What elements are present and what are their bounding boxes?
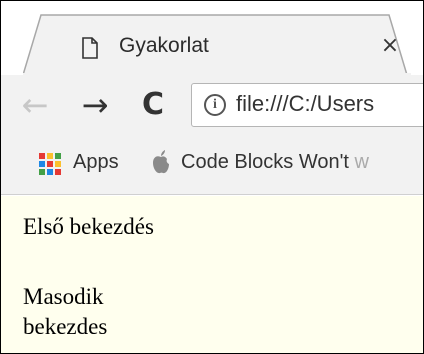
paragraph-first: Első bekezdés [23, 214, 154, 239]
apps-grid-icon[interactable] [39, 153, 61, 175]
apps-dot [47, 153, 53, 159]
apps-dot [39, 161, 45, 167]
apps-dot [55, 153, 61, 159]
tab-strip: Gyakorlat × [1, 1, 423, 77]
paragraph-second: Masodik bekezdes [23, 284, 108, 339]
apple-icon [153, 150, 169, 174]
url-text[interactable]: file:///C:/Users [236, 91, 374, 117]
bookmarks-bar: Apps Code Blocks Won't w [1, 135, 423, 195]
close-icon[interactable]: × [377, 33, 403, 59]
page-icon [82, 37, 98, 59]
apps-dot [39, 153, 45, 159]
tab-gyakorlat[interactable]: Gyakorlat × [23, 13, 411, 77]
forward-icon[interactable]: → [77, 85, 113, 125]
bookmark-label-text: Code Blocks Won't [181, 151, 349, 173]
apps-link[interactable]: Apps [73, 151, 119, 174]
bookmark-code-blocks[interactable]: Code Blocks Won't w [181, 151, 423, 174]
reload-icon[interactable]: C [135, 85, 171, 125]
back-icon[interactable]: ← [17, 85, 53, 125]
address-bar[interactable]: i file:///C:/Users [191, 83, 423, 127]
browser-window: Gyakorlat × ← → C i file:///C:/Users App… [0, 0, 424, 354]
bookmark-label-fade: w [348, 151, 369, 173]
page-content: Első bekezdés Masodik bekezdes [1, 196, 423, 353]
apps-dot [47, 169, 53, 175]
apps-dot [39, 169, 45, 175]
apps-dot [55, 169, 61, 175]
apps-dot [47, 161, 53, 167]
apps-dot [55, 161, 61, 167]
info-icon[interactable]: i [204, 94, 226, 116]
tab-title: Gyakorlat [119, 34, 209, 57]
toolbar: ← → C i file:///C:/Users [1, 75, 423, 135]
